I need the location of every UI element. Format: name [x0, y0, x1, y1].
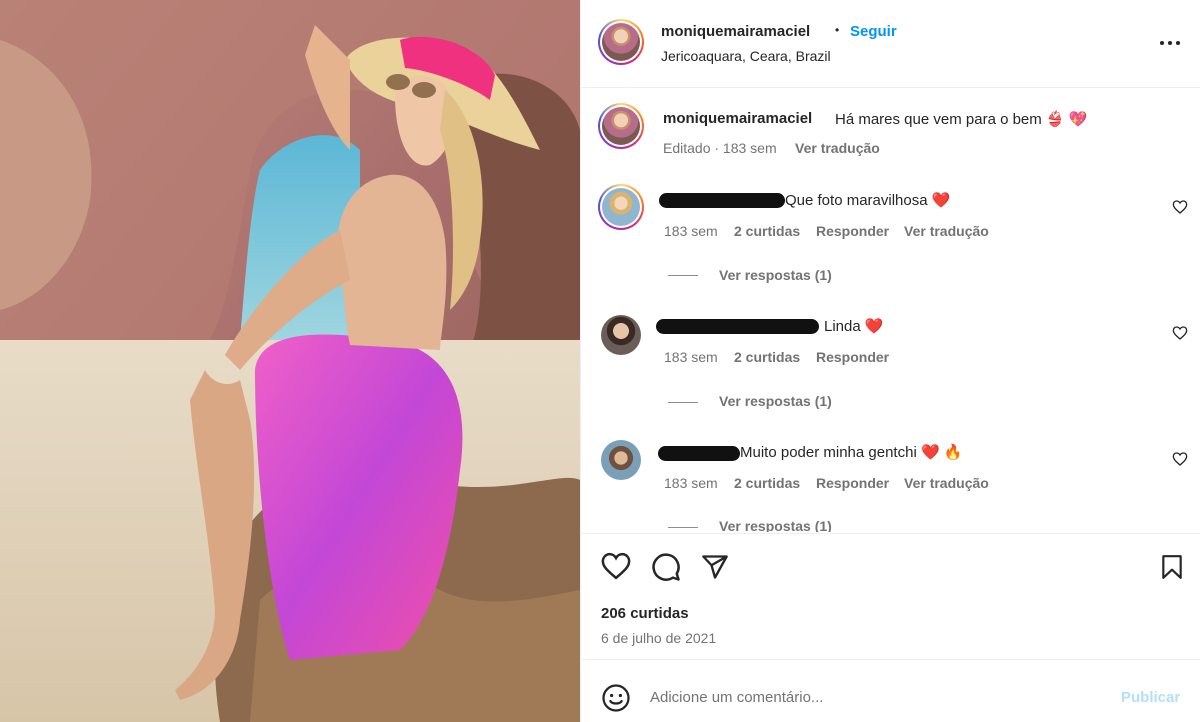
- author-avatar[interactable]: [598, 19, 644, 65]
- comment-like-heart-icon[interactable]: [1172, 451, 1188, 467]
- follow-button[interactable]: Seguir: [850, 23, 897, 40]
- redacted-username: [658, 446, 740, 461]
- caption-avatar[interactable]: [598, 103, 644, 149]
- post-header: moniquemairamaciel • Seguir Jericoaquara…: [581, 0, 1200, 88]
- replies-line: [668, 402, 698, 403]
- view-replies-link[interactable]: Ver respostas (1): [719, 518, 832, 532]
- bookmark-icon[interactable]: [1159, 553, 1185, 581]
- post-side-panel: moniquemairamaciel • Seguir Jericoaquara…: [580, 0, 1200, 722]
- comment-reply-button[interactable]: Responder: [816, 349, 889, 365]
- caption-username[interactable]: moniquemairamaciel: [663, 110, 812, 127]
- comment-age: 183 sem: [664, 475, 718, 491]
- caption-text: Há mares que vem para o bem 👙 💖: [835, 111, 1088, 128]
- replies-line: [668, 527, 698, 528]
- post-photo-illustration: [0, 0, 580, 722]
- share-icon[interactable]: [700, 553, 730, 581]
- comment-text: Linda ❤️: [824, 318, 884, 335]
- redacted-username: [656, 319, 819, 334]
- redacted-username: [659, 193, 785, 208]
- heart-icon[interactable]: [601, 552, 631, 580]
- comment-input[interactable]: Adicione um comentário...: [650, 689, 823, 706]
- post-location[interactable]: Jericoaquara, Ceara, Brazil: [661, 48, 831, 64]
- comment-age: 183 sem: [664, 349, 718, 365]
- post-photo[interactable]: [0, 0, 580, 722]
- add-comment-bar: Adicione um comentário... Publicar: [581, 659, 1200, 722]
- comment-like-heart-icon[interactable]: [1172, 199, 1188, 215]
- likes-count[interactable]: 206 curtidas: [601, 605, 689, 622]
- caption-edited: Editado · 183 sem: [663, 140, 777, 156]
- post-date: 6 de julho de 2021: [601, 630, 717, 646]
- emoji-icon[interactable]: [601, 683, 631, 713]
- comment-text: Que foto maravilhosa ❤️: [785, 192, 951, 209]
- comment-likes[interactable]: 2 curtidas: [734, 223, 800, 239]
- comment-reply-button[interactable]: Responder: [816, 475, 889, 491]
- comment-avatar[interactable]: [601, 440, 641, 480]
- caption-translate-link[interactable]: Ver tradução: [795, 140, 880, 156]
- view-replies-link[interactable]: Ver respostas (1): [719, 393, 832, 409]
- replies-line: [668, 275, 698, 276]
- more-options-icon[interactable]: [1159, 33, 1181, 53]
- author-username[interactable]: moniquemairamaciel: [661, 23, 810, 40]
- comment-icon[interactable]: [651, 552, 681, 582]
- comment-like-heart-icon[interactable]: [1172, 325, 1188, 341]
- comment-likes[interactable]: 2 curtidas: [734, 349, 800, 365]
- comment-reply-button[interactable]: Responder: [816, 223, 889, 239]
- separator-dot: •: [835, 23, 840, 37]
- comment-age: 183 sem: [664, 223, 718, 239]
- view-replies-link[interactable]: Ver respostas (1): [719, 267, 832, 283]
- comment-translate-link[interactable]: Ver tradução: [904, 475, 989, 491]
- comment-avatar[interactable]: [598, 184, 644, 230]
- publish-button[interactable]: Publicar: [1121, 689, 1180, 706]
- comment-avatar[interactable]: [601, 315, 641, 355]
- comment-likes[interactable]: 2 curtidas: [734, 475, 800, 491]
- comment-translate-link[interactable]: Ver tradução: [904, 223, 989, 239]
- comment-text: Muito poder minha gentchi ❤️ 🔥: [740, 444, 963, 461]
- post-actions: 206 curtidas 6 de julho de 2021: [581, 533, 1200, 658]
- comments-list[interactable]: moniquemairamaciel Há mares que vem para…: [581, 89, 1200, 532]
